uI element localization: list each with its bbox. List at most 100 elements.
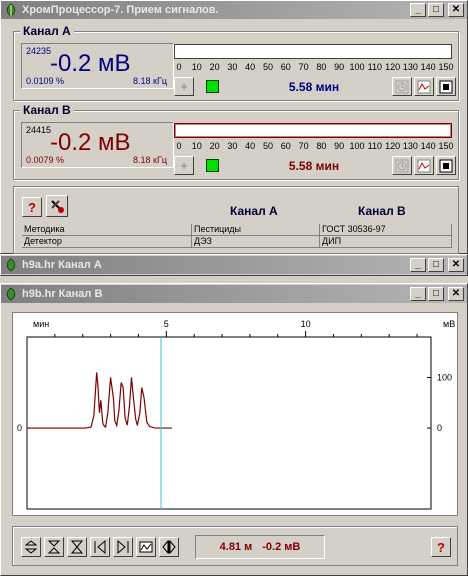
window-a: h9a.hr Канал А _ □ ✕ (0, 254, 468, 276)
view-all-button[interactable] (136, 537, 156, 557)
channel-a-stop-button[interactable] (436, 77, 456, 96)
scale-tick: 50 (262, 141, 274, 151)
window-a-close-button[interactable]: ✕ (448, 258, 464, 272)
scale-tick: 130 (402, 62, 418, 72)
table-row[interactable]: Методика Пестициды ГОСТ 30536-97 (22, 224, 452, 236)
stop-icon (439, 159, 453, 172)
window-a-maximize-button[interactable]: □ (428, 258, 444, 272)
channel-a-readout: 24235 -0.2 мВ 0.0109 % 8.18 кГц (21, 43, 174, 89)
expand-vertical-icon (24, 540, 38, 554)
scale-tick: 100 (349, 62, 365, 72)
scroll-left-icon (94, 540, 106, 554)
window-a-minimize-button[interactable]: _ (410, 258, 426, 272)
chromatogram-plot[interactable]: 5 10 мин мВ 100 0 0 (12, 312, 458, 516)
channel-b-percent: 0.0079 % (26, 155, 65, 165)
channel-b-label: Канал В (20, 103, 74, 117)
scroll-right-button[interactable] (113, 537, 133, 557)
channel-a-level-bar (174, 44, 452, 59)
chart-icon (417, 80, 431, 93)
table-cell: Методика (22, 224, 192, 236)
channel-a-count: 24235 (26, 46, 52, 56)
scale-tick: 140 (420, 141, 436, 151)
fit-vertical-icon (70, 540, 84, 554)
x-tick-label: 5 (164, 319, 169, 329)
plot-area (26, 336, 432, 510)
y-axis-label: мВ (443, 319, 455, 329)
close-button[interactable]: ✕ (448, 3, 464, 17)
plot-help-button[interactable]: ? (431, 537, 451, 557)
shrink-vertical-button[interactable] (44, 537, 64, 557)
scale-tick: 70 (298, 141, 309, 151)
main-titlebar[interactable]: ХромПроцессор-7. Прием сигналов. _ □ ✕ (1, 1, 467, 19)
channel-b-stop-button[interactable] (436, 156, 456, 175)
table-cell: ДЭЗ (192, 236, 320, 248)
settings-button[interactable] (46, 195, 68, 217)
channel-a-add-button[interactable]: + (174, 77, 194, 96)
scale-tick: 110 (367, 62, 382, 72)
window-b-titlebar[interactable]: h9b.hr Канал В _ □ ✕ (1, 285, 467, 303)
stretch-vertical-button[interactable] (21, 537, 41, 557)
plot-toolbar: 4.81 м -0.2 мВ ? (12, 526, 458, 566)
maximize-button[interactable]: □ (428, 3, 444, 17)
scale-tick: 80 (316, 141, 327, 151)
channel-a-label: Канал А (20, 24, 74, 38)
clock-icon (395, 159, 409, 172)
window-b-minimize-button[interactable]: _ (410, 287, 426, 301)
y-tick-label: 0 (437, 423, 442, 433)
scale-tick: 30 (227, 62, 238, 72)
scale-tick: 0 (176, 62, 182, 72)
scale-tick: 120 (385, 62, 401, 72)
compress-vertical-icon (47, 540, 61, 554)
scale-tick: 40 (245, 141, 256, 151)
channel-b-time: 5.58 мин (288, 159, 340, 173)
channel-b-value: -0.2 мВ (50, 129, 131, 156)
fit-vertical-button[interactable] (67, 537, 87, 557)
main-window: ХромПроцессор-7. Прием сигналов. _ □ ✕ К… (0, 0, 468, 254)
table-cell: Детектор (22, 236, 192, 248)
help-button[interactable]: ? (22, 197, 42, 217)
scale-tick: 80 (316, 62, 327, 72)
window-b-close-button[interactable]: ✕ (448, 287, 464, 301)
zoom-x-button[interactable] (159, 537, 179, 557)
x-tick-label: 10 (301, 319, 311, 329)
channel-b-chart-button[interactable] (414, 156, 434, 175)
channel-b-controls: + 5.58 мин (174, 156, 456, 176)
channel-a-chart-button[interactable] (414, 77, 434, 96)
table-row[interactable]: Детектор ДЭЗ ДИП (22, 236, 452, 248)
channel-a-status-led (206, 80, 219, 93)
scale-tick: 60 (280, 62, 291, 72)
channel-b-level-bar (174, 123, 452, 138)
scale-tick: 90 (334, 141, 345, 151)
window-b-maximize-button[interactable]: □ (428, 287, 444, 301)
table-cell: ГОСТ 30536-97 (320, 224, 452, 236)
channel-a-percent: 0.0109 % (26, 76, 65, 86)
scale-tick: 120 (385, 141, 401, 151)
scale-tick: 10 (191, 141, 202, 151)
scroll-left-button[interactable] (90, 537, 110, 557)
cursor-value: -0.2 мВ (262, 541, 301, 553)
scale-tick: 110 (367, 141, 382, 151)
cursor-readout: 4.81 м -0.2 мВ (195, 535, 325, 559)
channel-a-controls: + 5.58 мин (174, 77, 456, 97)
zoom-horizontal-icon (162, 540, 176, 554)
column-channel-b: Канал В (358, 204, 406, 218)
channel-a-value: -0.2 мВ (50, 50, 131, 77)
scale-tick: 150 (438, 62, 454, 72)
window-a-titlebar[interactable]: h9a.hr Канал А _ □ ✕ (1, 256, 467, 274)
minimize-button[interactable]: _ (410, 3, 426, 17)
window-b-title: h9b.hr Канал В (22, 288, 103, 300)
scale-tick: 140 (420, 62, 436, 72)
channel-a-time: 5.58 мин (288, 80, 340, 94)
column-channel-a: Канал А (230, 204, 278, 218)
scale-tick: 20 (209, 62, 220, 72)
y-tick-label: 100 (437, 372, 452, 382)
cursor-position: 4.81 м (219, 541, 253, 553)
info-panel: ? Канал А Канал В Методика Пестициды ГОСТ … (13, 186, 459, 254)
scroll-right-icon (117, 540, 129, 554)
channel-b-frequency: 8.18 кГц (133, 155, 167, 165)
channel-a-timer-button[interactable] (392, 77, 412, 96)
channel-b-add-button[interactable]: + (174, 156, 194, 175)
channel-b-timer-button[interactable] (392, 156, 412, 175)
scale-tick: 20 (209, 141, 220, 151)
main-window-title: ХромПроцессор-7. Прием сигналов. (22, 4, 219, 16)
